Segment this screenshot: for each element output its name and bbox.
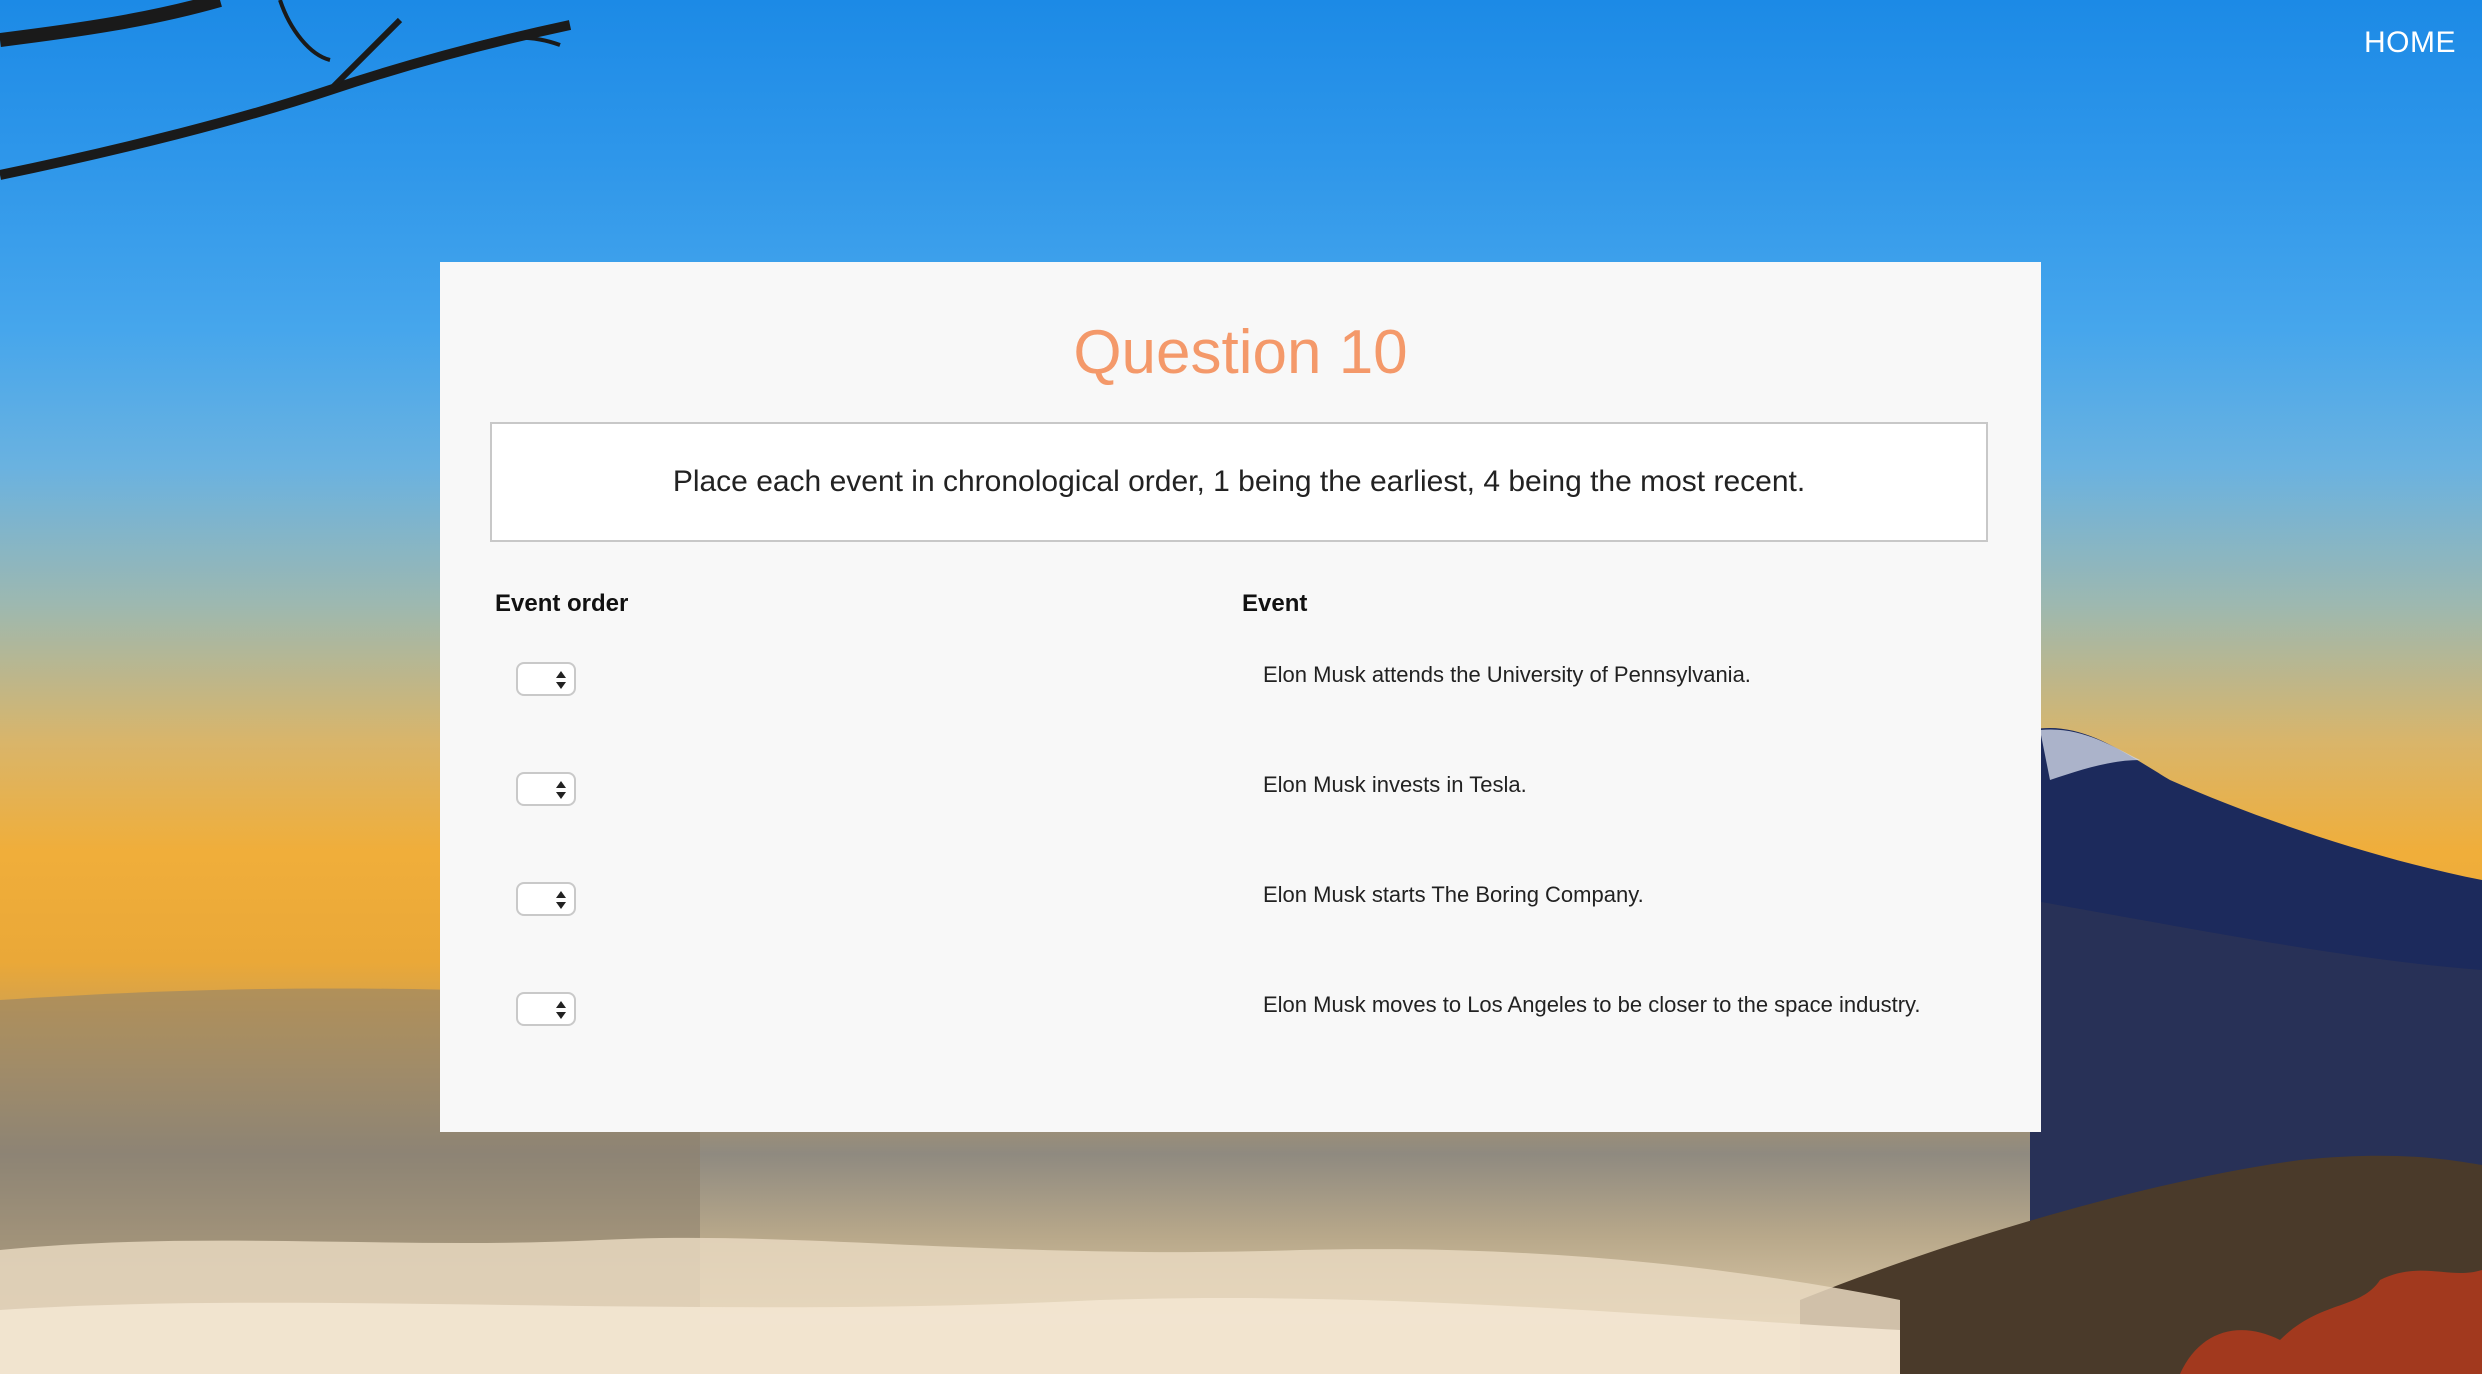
select-arrows-icon xyxy=(556,670,566,690)
select-arrows-icon xyxy=(556,780,566,800)
event-header: Event xyxy=(1242,590,1308,617)
event-order-header: Event order xyxy=(495,590,629,617)
event-row: Elon Musk starts The Boring Company. xyxy=(440,882,2041,942)
select-arrows-icon xyxy=(556,1000,566,1020)
event-order-select-1[interactable] xyxy=(516,662,576,696)
event-order-select-3[interactable] xyxy=(516,882,576,916)
event-row: Elon Musk attends the University of Penn… xyxy=(440,662,2041,722)
event-text-1: Elon Musk attends the University of Penn… xyxy=(1263,662,1751,687)
question-title: Question 10 xyxy=(1073,318,1408,387)
event-row: Elon Musk invests in Tesla. xyxy=(440,772,2041,832)
event-text-4: Elon Musk moves to Los Angeles to be clo… xyxy=(1263,992,1921,1017)
question-prompt-text: Place each event in chronological order,… xyxy=(672,465,1806,498)
question-panel: Question 10 Place each event in chronolo… xyxy=(440,262,2041,1132)
question-prompt-box: Place each event in chronological order,… xyxy=(490,422,1988,542)
select-arrows-icon xyxy=(556,890,566,910)
event-text-3: Elon Musk starts The Boring Company. xyxy=(1263,882,1644,907)
event-text-2: Elon Musk invests in Tesla. xyxy=(1263,772,1527,797)
event-order-select-2[interactable] xyxy=(516,772,576,806)
home-link[interactable]: HOME xyxy=(2364,26,2456,60)
event-row: Elon Musk moves to Los Angeles to be clo… xyxy=(440,992,2041,1052)
event-order-select-4[interactable] xyxy=(516,992,576,1026)
